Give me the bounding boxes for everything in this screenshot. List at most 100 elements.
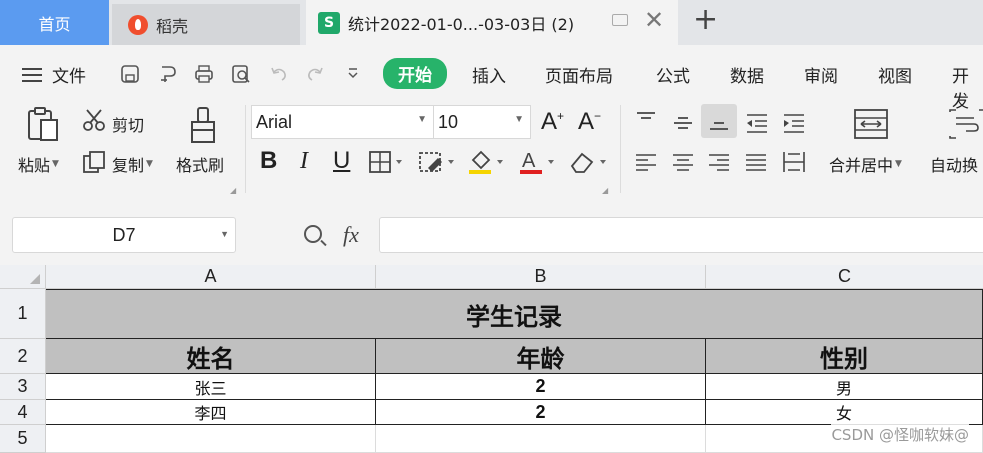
increase-font-size-icon[interactable]: A+ (541, 110, 564, 134)
align-middle-icon[interactable] (671, 112, 695, 132)
clear-format-icon[interactable] (568, 148, 610, 176)
auto-wrap-icon[interactable] (946, 108, 983, 140)
column-header-a[interactable]: A (46, 265, 376, 289)
paste-button[interactable]: 粘贴 ▼ (18, 152, 59, 176)
align-top-icon[interactable] (634, 110, 658, 130)
auto-wrap-label: 自动换 (930, 156, 979, 175)
decrease-font-size-icon[interactable]: A− (578, 110, 601, 134)
docer-logo-icon (128, 14, 148, 35)
align-bottom-icon[interactable] (707, 112, 731, 132)
merge-center-icon[interactable] (853, 108, 889, 140)
bold-icon[interactable]: B (260, 149, 277, 173)
format-painter-label: 格式刷 (176, 156, 225, 175)
print-icon[interactable] (194, 64, 214, 84)
menu-tab-page-layout[interactable]: 页面布局 (545, 62, 613, 87)
font-size-dropdown-icon: ▼ (514, 114, 524, 125)
formula-bar: D7 ▼ fx (0, 210, 983, 262)
export-pdf-icon[interactable] (158, 64, 178, 84)
new-tab-plus-icon[interactable]: + (693, 5, 718, 35)
font-name-value: Arial (256, 111, 293, 132)
font-name-select[interactable]: Arial ▼ (251, 105, 434, 139)
header-cell-name[interactable]: 姓名 (46, 339, 376, 374)
cell-style-icon[interactable] (418, 150, 456, 174)
format-painter-icon[interactable] (188, 106, 218, 144)
undo-icon[interactable] (269, 64, 289, 84)
save-icon[interactable] (120, 64, 140, 84)
font-color-icon[interactable]: A (518, 148, 558, 176)
auto-wrap-button[interactable]: 自动换 (930, 152, 978, 176)
distributed-align-icon[interactable] (781, 150, 807, 174)
table-cell[interactable]: 男 (706, 374, 983, 400)
table-cell[interactable] (376, 425, 706, 453)
ribbon-toolbar: 粘贴 ▼ 剪切 复制 ▼ 格式刷 Arial ▼ 10 ▼ A+ A− B I U A … (0, 100, 983, 200)
table-cell[interactable]: 女 (706, 400, 983, 425)
underline-icon[interactable]: U (333, 149, 350, 173)
font-group-expand-icon[interactable]: ◢ (602, 186, 608, 195)
sheet-title-cell[interactable]: 学生记录 (46, 289, 983, 339)
borders-icon[interactable] (368, 150, 404, 174)
menu-tab-home[interactable]: 开始 (383, 58, 447, 89)
select-all-corner[interactable] (0, 265, 46, 289)
menu-tab-review[interactable]: 审阅 (804, 62, 838, 87)
tab-docer-label: 稻壳 (156, 16, 189, 36)
font-size-select[interactable]: 10 ▼ (433, 105, 531, 139)
name-box-dropdown-icon: ▼ (220, 229, 229, 239)
zoom-icon[interactable] (304, 225, 322, 243)
italic-icon[interactable]: I (300, 149, 308, 173)
copy-button[interactable]: 复制 ▼ (112, 152, 153, 176)
align-center-icon[interactable] (671, 152, 695, 174)
font-name-dropdown-icon: ▼ (417, 114, 427, 125)
hamburger-icon (22, 67, 42, 82)
menu-tab-formulas[interactable]: 公式 (656, 62, 690, 87)
merge-center-button[interactable]: 合并居中 ▼ (829, 152, 902, 176)
svg-text:A: A (522, 150, 536, 172)
align-left-icon[interactable] (634, 152, 658, 174)
tab-docer[interactable]: 稻壳 (112, 4, 300, 45)
header-cell-gender[interactable]: 性别 (706, 339, 983, 374)
print-preview-icon[interactable] (231, 64, 251, 84)
copy-label: 复制 (112, 156, 145, 175)
row-header-1[interactable]: 1 (0, 289, 46, 339)
table-cell[interactable]: 李四 (46, 400, 376, 425)
increase-indent-icon[interactable] (781, 112, 807, 134)
close-tab-icon[interactable]: ✕ (644, 8, 664, 32)
file-menu[interactable]: 文件 (22, 62, 86, 87)
decrease-indent-icon[interactable] (744, 112, 770, 134)
paste-icon[interactable] (26, 106, 60, 142)
monitor-icon[interactable] (612, 14, 628, 26)
row-header-4[interactable]: 4 (0, 400, 46, 425)
justify-icon[interactable] (744, 152, 768, 174)
copy-icon[interactable] (82, 150, 106, 174)
fill-color-icon[interactable] (467, 148, 507, 176)
name-box[interactable]: D7 ▼ (12, 217, 236, 253)
table-cell[interactable]: 2 (376, 400, 706, 425)
redo-icon[interactable] (305, 64, 325, 84)
menu-tab-data[interactable]: 数据 (730, 62, 764, 87)
file-menu-label: 文件 (52, 67, 86, 87)
tab-home[interactable]: 首页 (0, 0, 109, 45)
table-cell[interactable] (46, 425, 376, 453)
row-header-5[interactable]: 5 (0, 425, 46, 453)
watermark-text: CSDN @怪咖软妹@ (831, 424, 969, 445)
customize-toolbar-chevron-icon[interactable] (343, 64, 363, 84)
menu-tab-insert[interactable]: 插入 (472, 62, 506, 87)
cut-button[interactable]: 剪切 (112, 112, 144, 136)
menu-tab-view[interactable]: 视图 (878, 62, 912, 87)
clipboard-group-expand-icon[interactable]: ◢ (230, 186, 236, 195)
format-painter-button[interactable]: 格式刷 (176, 152, 224, 176)
tab-active-document[interactable]: S 统计2022-01-0...-03-03日 (2) ✕ (306, 0, 678, 45)
spreadsheet-grid[interactable]: A B C 1 2 3 4 5 学生记录 姓名 年龄 性别 张三 2 男 李四 … (0, 265, 983, 453)
row-header-3[interactable]: 3 (0, 374, 46, 400)
insert-function-icon[interactable]: fx (343, 222, 359, 248)
menu-bar: 文件 开始 插入 页面布局 公式 数据 审阅 视图 开发 (0, 52, 983, 112)
align-right-icon[interactable] (707, 152, 731, 174)
scissors-icon[interactable] (82, 108, 106, 132)
header-cell-age[interactable]: 年龄 (376, 339, 706, 374)
formula-input[interactable] (379, 217, 983, 253)
column-header-b[interactable]: B (376, 265, 706, 289)
table-cell[interactable]: 2 (376, 374, 706, 400)
column-header-c[interactable]: C (706, 265, 983, 289)
tab-bar: 首页 稻壳 S 统计2022-01-0...-03-03日 (2) ✕ + (0, 0, 983, 45)
table-cell[interactable]: 张三 (46, 374, 376, 400)
row-header-2[interactable]: 2 (0, 339, 46, 374)
